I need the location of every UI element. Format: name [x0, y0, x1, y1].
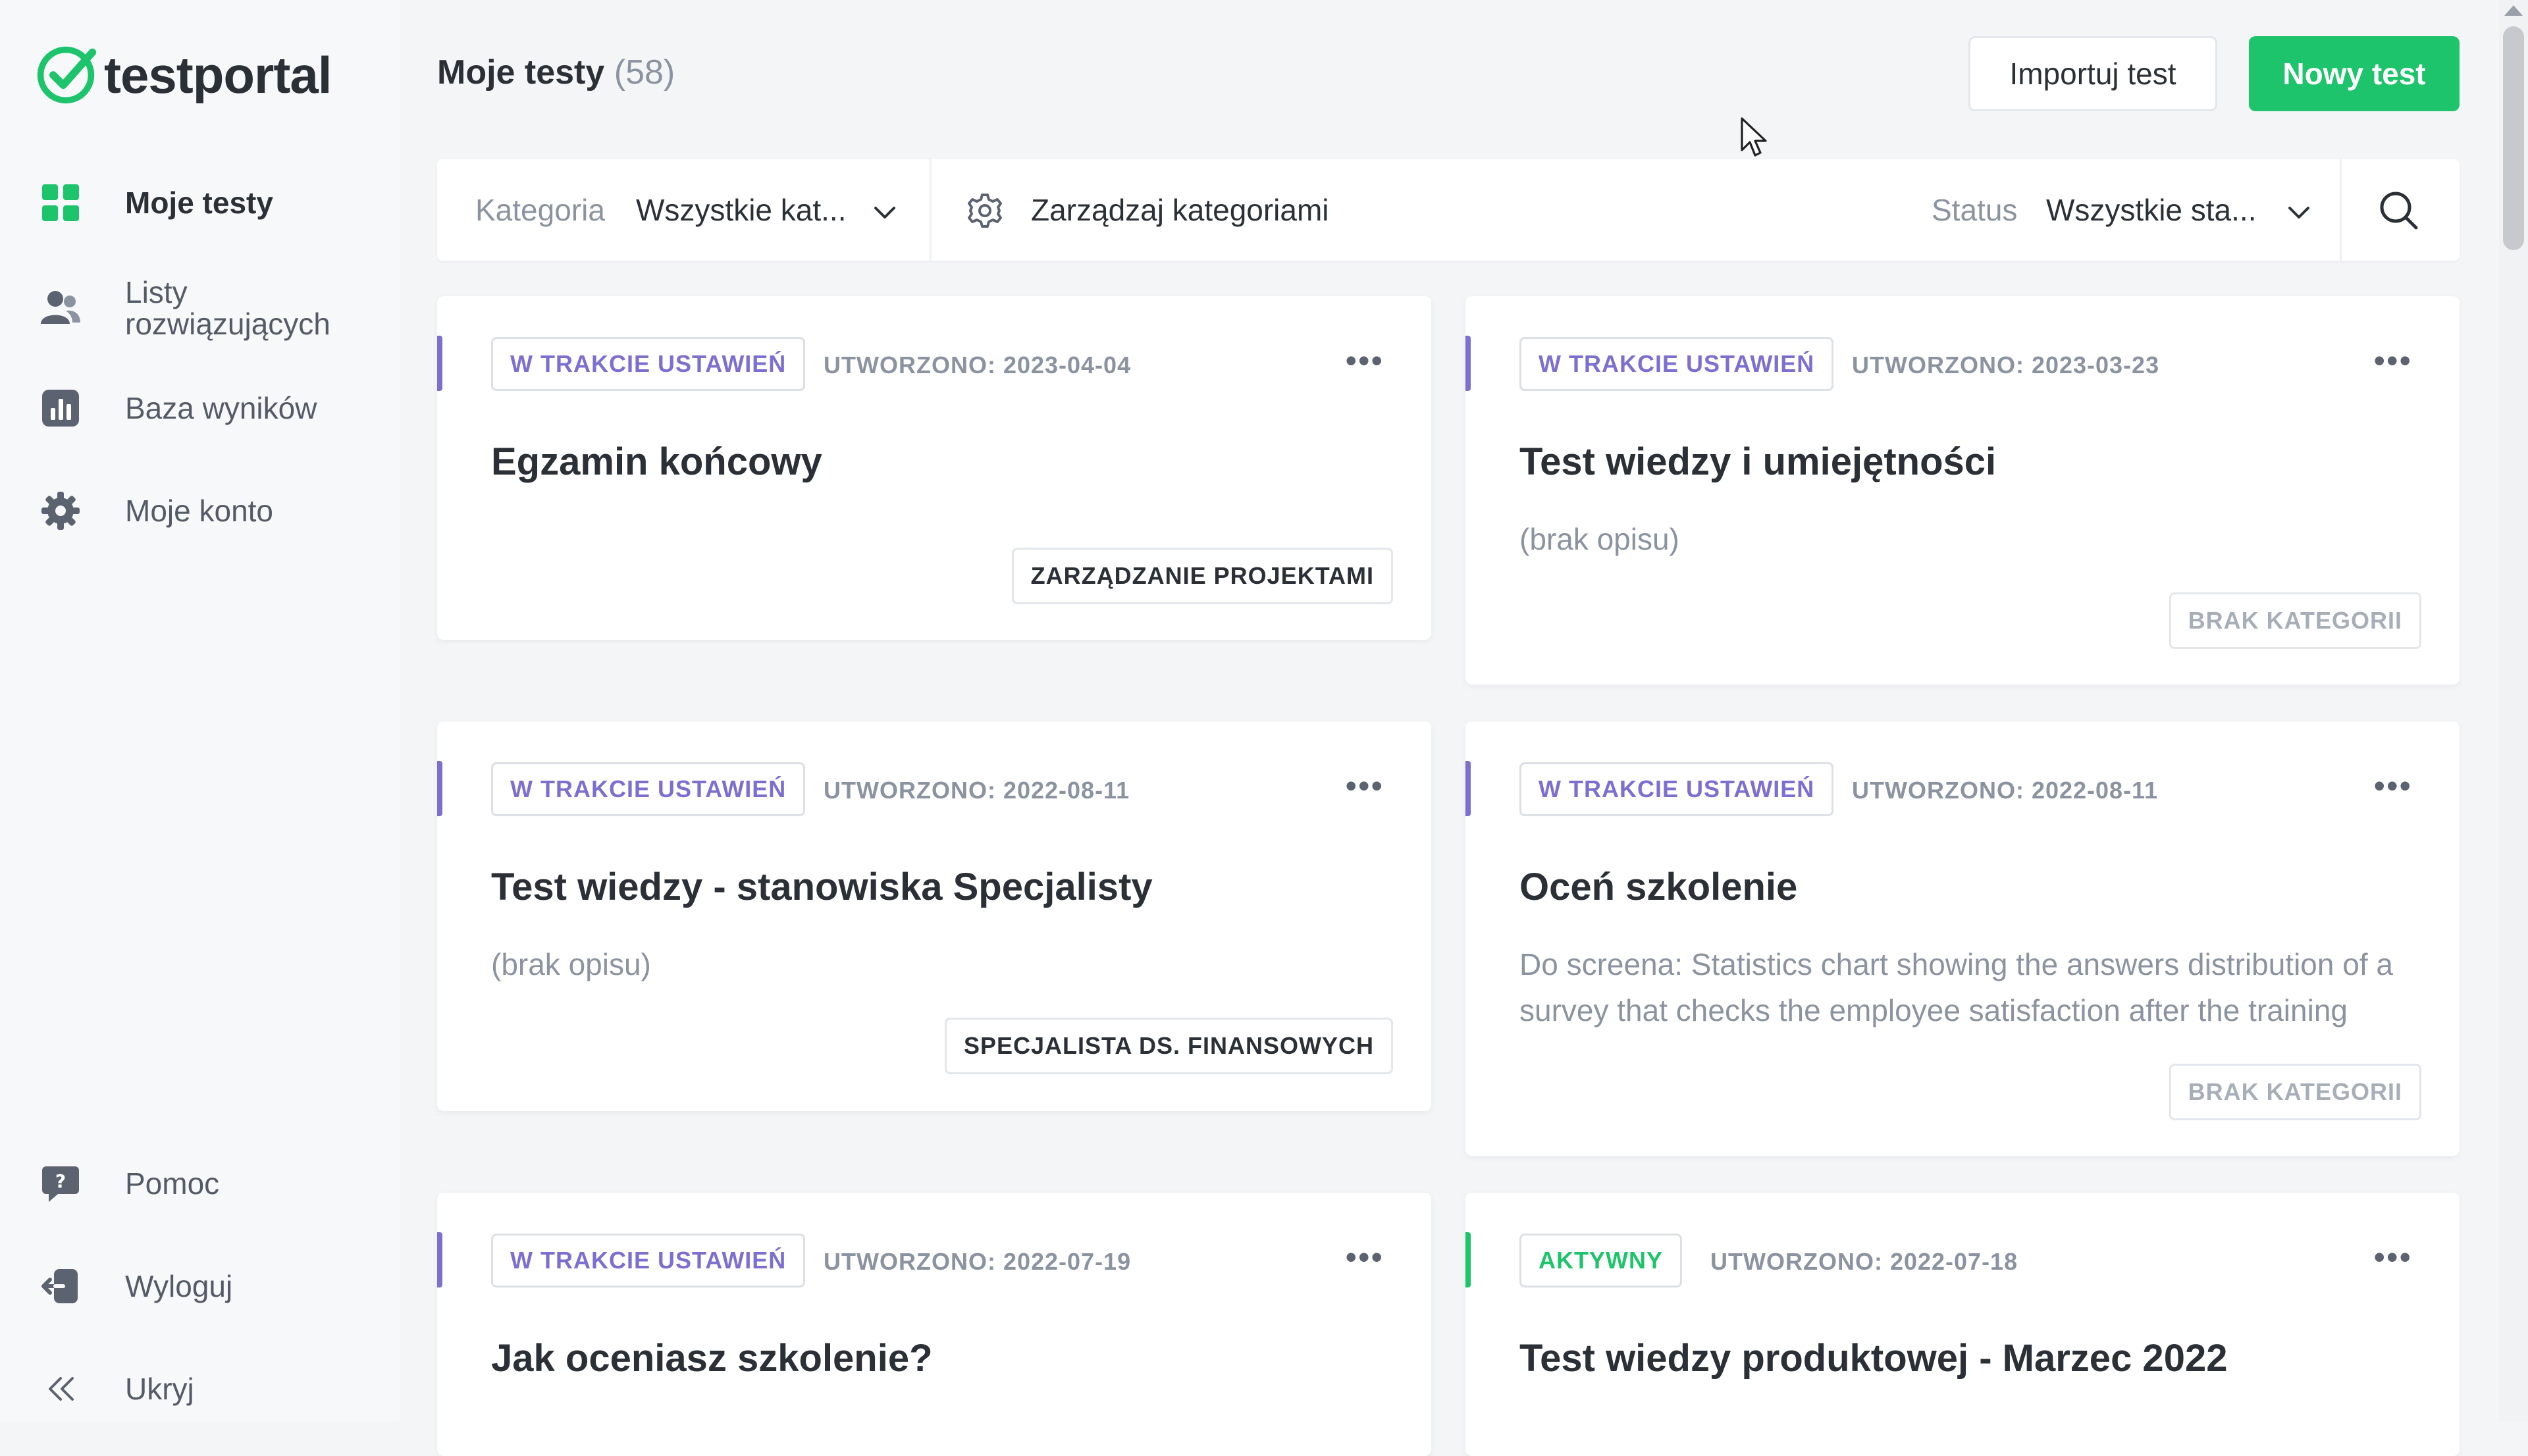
filter-bar: Kategoria Wszystkie kat... Zarządzaj kat…: [437, 159, 2460, 261]
sidebar-item-ukryj[interactable]: Ukryj: [40, 1368, 194, 1410]
test-title[interactable]: Egzamin końcowy: [491, 440, 822, 484]
sidebar-item-label: Moje konto: [125, 494, 274, 528]
status-accent: [437, 336, 442, 391]
sidebar-item-label: Baza wyników: [125, 391, 317, 425]
created-date: UTWORZONO: 2022-07-19: [824, 1248, 1132, 1275]
collapse-icon: [40, 1368, 82, 1410]
sidebar-item-wyloguj[interactable]: Wyloguj: [40, 1265, 232, 1307]
page-title-text: Moje testy: [437, 53, 605, 91]
created-date: UTWORZONO: 2023-03-23: [1852, 351, 2160, 378]
mouse-cursor-icon: [1741, 117, 1767, 157]
scroll-up-arrow-icon[interactable]: [2504, 5, 2523, 16]
created-date: UTWORZONO: 2022-07-18: [1710, 1248, 2018, 1275]
category-filter-select[interactable]: Wszystkie kat...: [636, 192, 846, 228]
test-card[interactable]: W TRAKCIE USTAWIEŃ UTWORZONO: 2022-08-11…: [1465, 721, 2460, 1156]
category-tag: SPECJALISTA DS. FINANSOWYCH: [944, 1018, 1393, 1074]
search-icon[interactable]: [2378, 190, 2420, 232]
sidebar-item-moje-testy[interactable]: Moje testy: [40, 182, 273, 224]
test-title[interactable]: Test wiedzy - stanowiska Specjalisty: [491, 865, 1153, 909]
created-date: UTWORZONO: 2022-08-11: [1852, 777, 2159, 804]
chevron-down-icon[interactable]: [2286, 199, 2312, 225]
sidebar-item-label: Moje testy: [125, 186, 273, 220]
test-card[interactable]: AKTYWNY UTWORZONO: 2022-07-18 ••• Test w…: [1465, 1193, 2460, 1456]
category-tag: BRAK KATEGORII: [2169, 592, 2421, 649]
more-options-icon[interactable]: •••: [1345, 769, 1384, 802]
divider: [2340, 159, 2342, 261]
sidebar-item-baza-wynikow[interactable]: Baza wyników: [40, 387, 317, 429]
help-icon: ?: [40, 1162, 82, 1205]
test-title[interactable]: Jak oceniasz szkolenie?: [491, 1336, 933, 1380]
scrollbar-thumb[interactable]: [2503, 26, 2524, 250]
status-badge: W TRAKCIE USTAWIEŃ: [1519, 337, 1834, 391]
svg-text:?: ?: [55, 1170, 66, 1192]
status-accent: [1465, 336, 1471, 391]
logout-icon: [40, 1265, 82, 1307]
users-icon: [40, 287, 82, 329]
test-description: (brak opisu): [491, 947, 651, 981]
page-title: Moje testy (58): [437, 53, 675, 92]
test-card[interactable]: W TRAKCIE USTAWIEŃ UTWORZONO: 2023-03-23…: [1465, 296, 2460, 685]
status-badge: W TRAKCIE USTAWIEŃ: [1519, 762, 1834, 816]
manage-categories-link[interactable]: Zarządzaj kategoriami: [1031, 192, 1329, 228]
sidebar-item-label: Listy rozwiązujących: [125, 275, 330, 341]
status-badge: AKTYWNY: [1519, 1234, 1682, 1287]
test-title[interactable]: Oceń szkolenie: [1519, 865, 1797, 909]
category-filter-label: Kategoria: [475, 193, 605, 227]
category-tag: ZARZĄDZANIE PROJEKTAMI: [1011, 548, 1393, 604]
more-options-icon[interactable]: •••: [2373, 344, 2412, 377]
sidebar-item-moje-konto[interactable]: Moje konto: [40, 490, 273, 532]
chevron-down-icon[interactable]: [872, 199, 898, 225]
divider: [930, 159, 932, 261]
status-accent: [437, 1232, 442, 1287]
test-title[interactable]: Test wiedzy produktowej - Marzec 2022: [1519, 1336, 2227, 1380]
sidebar-item-label: Pomoc: [125, 1166, 220, 1201]
gear-icon: [40, 490, 82, 532]
created-date: UTWORZONO: 2023-04-04: [824, 351, 1132, 378]
sidebar-item-pomoc[interactable]: ? Pomoc: [40, 1162, 219, 1205]
test-card[interactable]: W TRAKCIE USTAWIEŃ UTWORZONO: 2022-07-19…: [437, 1193, 1431, 1456]
test-description: Do screena: Statistics chart showing the…: [1519, 947, 2393, 1027]
new-test-button[interactable]: Nowy test: [2249, 36, 2460, 111]
category-tag: BRAK KATEGORII: [2169, 1064, 2421, 1120]
status-accent: [437, 761, 442, 816]
sidebar-item-listy[interactable]: Listy rozwiązujących: [40, 276, 362, 340]
sidebar-item-label: Wyloguj: [125, 1269, 233, 1303]
more-options-icon[interactable]: •••: [2373, 1241, 2412, 1274]
test-card[interactable]: W TRAKCIE USTAWIEŃ UTWORZONO: 2023-04-04…: [437, 296, 1431, 640]
sidebar: testportal Moje testy Listy rozwiązujący…: [0, 0, 400, 1421]
status-filter-select[interactable]: Wszystkie sta...: [2046, 192, 2256, 228]
logo[interactable]: testportal: [34, 42, 332, 108]
gear-icon[interactable]: [966, 192, 1003, 229]
status-badge: W TRAKCIE USTAWIEŃ: [491, 1234, 806, 1287]
status-accent: [1465, 1232, 1471, 1287]
chart-icon: [40, 387, 82, 429]
status-badge: W TRAKCIE USTAWIEŃ: [491, 337, 806, 391]
sidebar-item-label: Ukryj: [125, 1372, 194, 1406]
more-options-icon[interactable]: •••: [1345, 344, 1384, 377]
test-count: (58): [614, 53, 675, 91]
status-filter-label: Status: [1932, 193, 2018, 227]
status-accent: [1465, 761, 1471, 816]
import-test-button[interactable]: Importuj test: [1968, 36, 2217, 111]
test-description: (brak opisu): [1519, 522, 1679, 556]
test-title[interactable]: Test wiedzy i umiejętności: [1519, 440, 1996, 484]
created-date: UTWORZONO: 2022-08-11: [824, 777, 1130, 804]
status-badge: W TRAKCIE USTAWIEŃ: [491, 762, 806, 816]
more-options-icon[interactable]: •••: [1345, 1241, 1384, 1274]
logo-check-icon: [37, 46, 97, 104]
grid-icon: [40, 182, 82, 224]
logo-text: testportal: [104, 45, 332, 104]
test-card[interactable]: W TRAKCIE USTAWIEŃ UTWORZONO: 2022-08-11…: [437, 721, 1431, 1111]
more-options-icon[interactable]: •••: [2373, 769, 2412, 802]
